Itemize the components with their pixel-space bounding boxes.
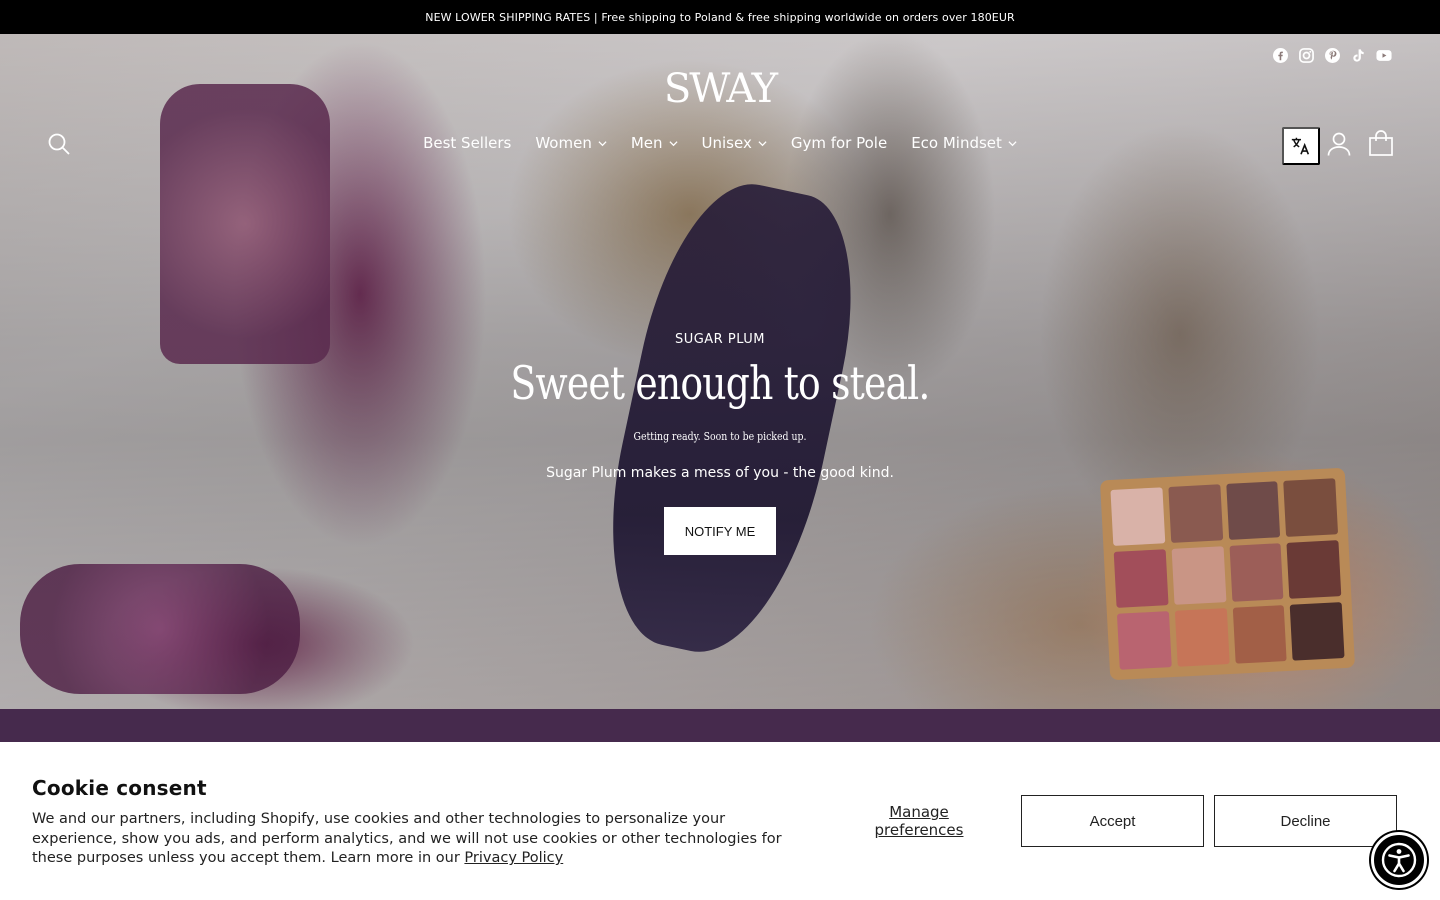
nav-label: Men — [630, 134, 663, 152]
notify-me-button[interactable]: NOTIFY ME — [664, 507, 776, 555]
pinterest-icon[interactable] — [1324, 47, 1340, 63]
privacy-policy-link[interactable]: Privacy Policy — [464, 850, 563, 866]
nav-label: Best Sellers — [423, 134, 512, 152]
nav-item-eco-mindset[interactable]: Eco Mindset — [911, 134, 1017, 152]
cookie-banner: Cookie consent We and our partners, incl… — [0, 742, 1440, 900]
nav-item-women[interactable]: Women — [535, 134, 607, 152]
accessibility-icon — [1381, 842, 1417, 878]
hero-subheadline: Getting ready. Soon to be picked up. — [633, 430, 807, 443]
cookie-body: We and our partners, including Shopify, … — [32, 811, 782, 866]
main-navigation: Best Sellers Women Men Unisex Gym for Po… — [0, 134, 1440, 152]
hero-image-shoe-lower — [20, 564, 300, 694]
hero-headline: Sweet enough to steal. — [510, 356, 930, 410]
chevron-down-icon — [668, 140, 678, 146]
instagram-icon[interactable] — [1298, 47, 1314, 63]
translate-button[interactable] — [1282, 127, 1320, 165]
account-icon[interactable] — [1326, 131, 1352, 157]
nav-item-gym-for-pole[interactable]: Gym for Pole — [791, 134, 887, 152]
chevron-down-icon — [758, 140, 767, 146]
nav-label: Gym for Pole — [790, 134, 888, 152]
hero-image-shoe — [160, 84, 330, 364]
hero-description: Sugar Plum makes a mess of you - the goo… — [546, 465, 894, 481]
chevron-down-icon — [1008, 140, 1017, 146]
nav-item-best-sellers[interactable]: Best Sellers — [423, 134, 511, 152]
tiktok-icon[interactable] — [1350, 47, 1366, 63]
announcement-text: NEW LOWER SHIPPING RATES | Free shipping… — [425, 10, 1015, 24]
nav-item-unisex[interactable]: Unisex — [702, 134, 767, 152]
accessibility-button[interactable] — [1371, 832, 1427, 888]
facebook-icon[interactable] — [1272, 47, 1288, 63]
announcement-bar: NEW LOWER SHIPPING RATES | Free shipping… — [0, 0, 1440, 34]
translate-icon — [1291, 137, 1310, 155]
accept-button[interactable]: Accept — [1021, 795, 1204, 847]
cookie-text: We and our partners, including Shopify, … — [32, 810, 792, 869]
cart-icon[interactable] — [1367, 129, 1395, 157]
nav-item-men[interactable]: Men — [631, 134, 678, 152]
nav-label: Unisex — [701, 134, 752, 152]
manage-preferences-link[interactable]: Manage preferences — [849, 803, 989, 839]
logo-text: SWAY — [663, 66, 778, 112]
hero-image-garment — [583, 168, 877, 670]
site-logo[interactable]: SWAY — [0, 66, 1440, 112]
chevron-down-icon — [598, 140, 607, 146]
hero-eyebrow: SUGAR PLUM — [674, 332, 766, 347]
hero-image-palette — [1099, 467, 1356, 681]
youtube-icon[interactable] — [1376, 47, 1392, 63]
social-links — [1272, 47, 1392, 63]
nav-label: Women — [535, 134, 592, 152]
cookie-title: Cookie consent — [32, 776, 207, 800]
decline-button[interactable]: Decline — [1214, 795, 1397, 847]
nav-label: Eco Mindset — [911, 134, 1002, 152]
